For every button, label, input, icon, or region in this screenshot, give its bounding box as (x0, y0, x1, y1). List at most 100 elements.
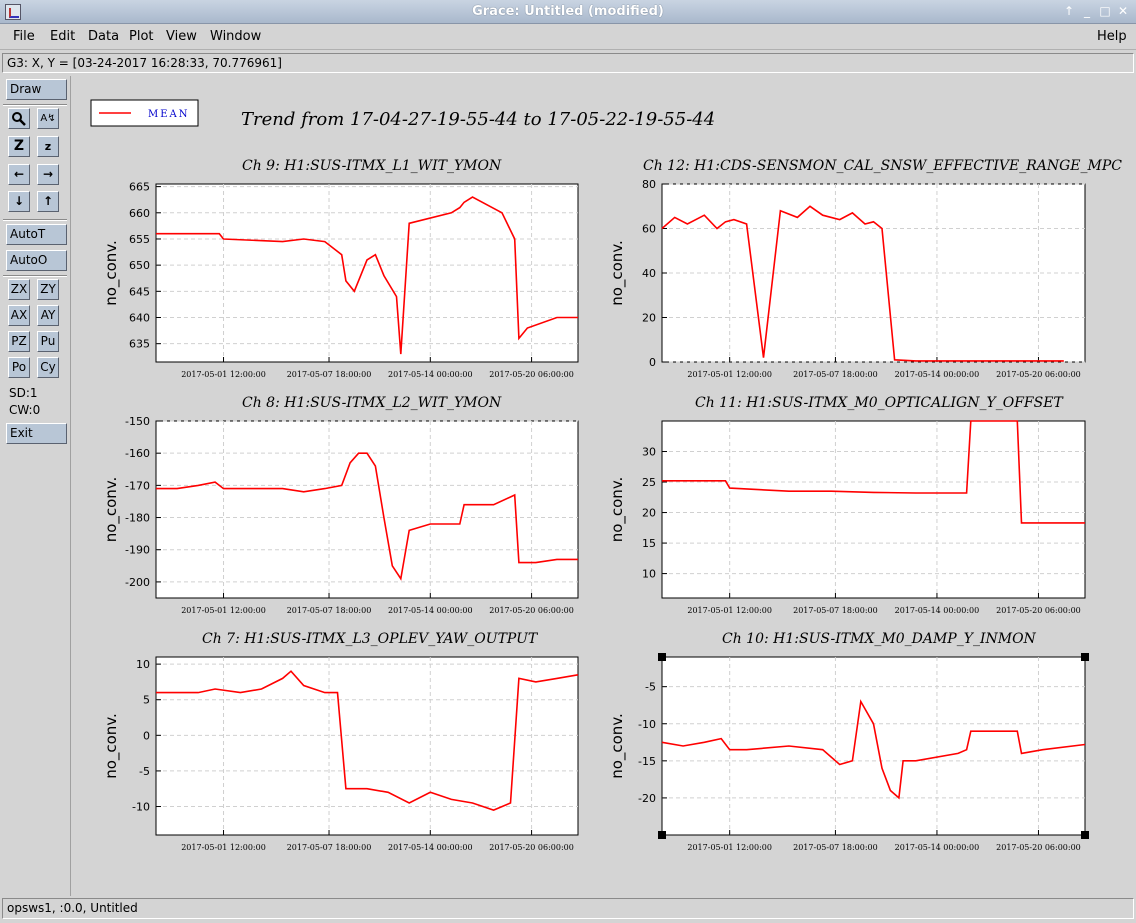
y-tick-label: 10 (642, 568, 656, 581)
y-tick-label: 10 (136, 658, 150, 671)
autoo-button[interactable]: AutoO (6, 250, 67, 271)
y-tick-label: -150 (125, 415, 150, 428)
autoscale-text-button[interactable]: A↯ (37, 108, 59, 129)
y-tick-label: -10 (638, 718, 656, 731)
chart-panel[interactable]: Ch 11: H1:SUS-ITMX_M0_OPTICALIGN_Y_OFFSE… (608, 395, 1086, 615)
menu-file[interactable]: File (13, 29, 35, 44)
maximize-icon[interactable]: □ (1097, 3, 1113, 19)
zoom-in-icon: Z (13, 138, 25, 154)
close-icon[interactable]: ✕ (1115, 3, 1131, 19)
zoom-out-button[interactable]: z (37, 136, 59, 157)
y-tick-label: 30 (642, 446, 656, 459)
draw-button[interactable]: Draw (6, 79, 67, 100)
x-tick-label: 2017-05-20 06:00:00 (489, 370, 574, 379)
y-tick-label: 650 (129, 259, 150, 272)
arrow-up-icon: ↑ (42, 194, 54, 208)
y-axis-label: no_conv. (102, 713, 121, 779)
y-tick-label: 20 (642, 507, 656, 520)
up-arrow-icon[interactable]: ↑ (1061, 3, 1077, 19)
ax-button[interactable]: AX (8, 305, 30, 326)
zoom-button[interactable] (8, 108, 30, 129)
tool-panel: Draw A↯ Z z ← → ↓ ↑ AutoT AutoO ZX ZY AX… (0, 76, 71, 896)
zoom-in-button[interactable]: Z (8, 136, 30, 157)
y-tick-label: 0 (649, 356, 656, 369)
status-bar: opsws1, :0.0, Untitled (2, 898, 1134, 919)
x-tick-label: 2017-05-20 06:00:00 (489, 843, 574, 852)
y-tick-label: -5 (139, 765, 150, 778)
x-tick-label: 2017-05-07 18:00:00 (287, 606, 372, 615)
chart-title: Ch 7: H1:SUS-ITMX_L3_OPLEV_YAW_OUTPUT (202, 631, 539, 647)
y-tick-label: 660 (129, 207, 150, 220)
chart-panel[interactable]: Ch 7: H1:SUS-ITMX_L3_OPLEV_YAW_OUTPUT 10 5… (102, 631, 579, 852)
y-tick-label: -10 (132, 801, 150, 814)
plot-svg: MEAN Trend from 17-04-27-19-55-44 to 17-… (90, 99, 1122, 852)
menu-data[interactable]: Data (88, 29, 119, 44)
chart-title: Ch 10: H1:SUS-ITMX_M0_DAMP_Y_INMON (722, 631, 1037, 647)
y-tick-label: -5 (645, 681, 656, 694)
divider (3, 275, 67, 277)
selection-handle (1081, 831, 1089, 839)
autot-button[interactable]: AutoT (6, 224, 67, 245)
plot-area (155, 420, 579, 599)
y-tick-label: -180 (125, 512, 150, 525)
menu-view[interactable]: View (166, 29, 197, 44)
y-axis-label: no_conv. (608, 240, 627, 306)
x-tick-label: 2017-05-14 00:00:00 (388, 606, 473, 615)
chart-panel[interactable]: Ch 12: H1:CDS-SENSMON_CAL_SNSW_EFFECTIVE… (608, 158, 1122, 379)
legend-box[interactable]: MEAN (90, 99, 199, 127)
x-tick-label: 2017-05-07 18:00:00 (793, 370, 878, 379)
y-tick-label: 60 (642, 223, 656, 236)
y-axis-label: no_conv. (608, 477, 627, 543)
y-tick-label: -200 (125, 576, 150, 589)
plot-area (155, 183, 579, 363)
scroll-down-button[interactable]: ↓ (8, 191, 30, 212)
zx-button[interactable]: ZX (8, 279, 30, 300)
pz-button[interactable]: PZ (8, 331, 30, 352)
x-tick-label: 2017-05-07 18:00:00 (287, 370, 372, 379)
x-tick-label: 2017-05-20 06:00:00 (489, 606, 574, 615)
chart-panel[interactable]: Ch 9: H1:SUS-ITMX_L1_WIT_YMON 635 640 645 65… (102, 158, 579, 379)
selection-handle (1081, 653, 1089, 661)
chart-panel[interactable]: Ch 10: H1:SUS-ITMX_M0_DAMP_Y_INMON -5 -10 -… (608, 631, 1089, 852)
zy-button[interactable]: ZY (37, 279, 59, 300)
menu-edit[interactable]: Edit (50, 29, 75, 44)
po-button[interactable]: Po (8, 357, 30, 378)
y-tick-label: 665 (129, 181, 150, 194)
y-axis-label: no_conv. (102, 240, 121, 306)
y-tick-label: -190 (125, 544, 150, 557)
chart-title: Ch 11: H1:SUS-ITMX_M0_OPTICALIGN_Y_OFFSE… (695, 395, 1064, 411)
window-title: Grace: Untitled (modified) (472, 4, 664, 19)
y-tick-label: 20 (642, 312, 656, 325)
plot-canvas[interactable]: MEAN Trend from 17-04-27-19-55-44 to 17-… (73, 76, 1136, 896)
scroll-right-button[interactable]: → (37, 164, 59, 185)
x-tick-label: 2017-05-07 18:00:00 (287, 843, 372, 852)
ay-button[interactable]: AY (37, 305, 59, 326)
menu-window[interactable]: Window (210, 29, 261, 44)
exit-button[interactable]: Exit (6, 423, 67, 444)
x-tick-label: 2017-05-14 00:00:00 (388, 843, 473, 852)
x-tick-label: 2017-05-07 18:00:00 (793, 843, 878, 852)
y-tick-label: -170 (125, 479, 150, 492)
scroll-up-button[interactable]: ↑ (37, 191, 59, 212)
x-tick-label: 2017-05-14 00:00:00 (388, 370, 473, 379)
menu-help[interactable]: Help (1097, 29, 1127, 44)
x-tick-label: 2017-05-01 12:00:00 (181, 843, 266, 852)
menu-plot[interactable]: Plot (129, 29, 154, 44)
chart-panel[interactable]: Ch 8: H1:SUS-ITMX_L2_WIT_YMON -150 -160 -17… (102, 395, 579, 615)
y-axis-label: no_conv. (608, 713, 627, 779)
scroll-left-button[interactable]: ← (8, 164, 30, 185)
x-tick-label: 2017-05-20 06:00:00 (996, 370, 1081, 379)
text-a-icon: A↯ (40, 113, 56, 124)
y-tick-label: 15 (642, 537, 656, 550)
divider (3, 219, 67, 221)
y-tick-label: 640 (129, 312, 150, 325)
x-tick-label: 2017-05-07 18:00:00 (793, 606, 878, 615)
current-world: CW:0 (9, 403, 41, 417)
pu-button[interactable]: Pu (37, 331, 59, 352)
chart-title: Ch 12: H1:CDS-SENSMON_CAL_SNSW_EFFECTIVE… (643, 158, 1122, 174)
cy-button[interactable]: Cy (37, 357, 59, 378)
x-tick-label: 2017-05-20 06:00:00 (996, 843, 1081, 852)
x-tick-label: 2017-05-01 12:00:00 (181, 370, 266, 379)
minimize-icon[interactable]: _ (1079, 3, 1095, 19)
y-tick-label: 655 (129, 233, 150, 246)
